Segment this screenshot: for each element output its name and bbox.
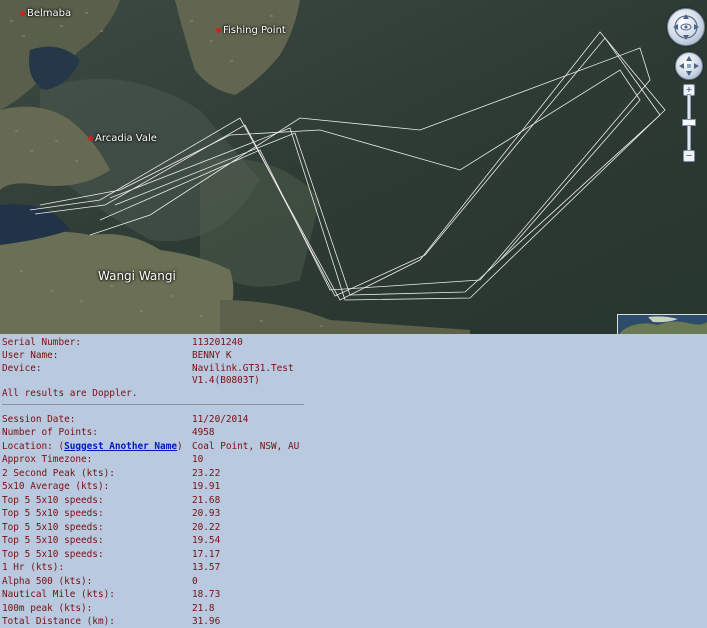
top5-speed-label: Top 5 5x10 speeds: bbox=[2, 535, 104, 546]
user-name-value: BENNY K bbox=[192, 350, 232, 361]
two-second-peak-label: 2 Second Peak (kts): bbox=[2, 468, 115, 479]
pan-control[interactable] bbox=[675, 52, 703, 80]
top5-speed-value: 17.17 bbox=[192, 549, 221, 560]
timezone-value: 10 bbox=[192, 454, 204, 465]
hundred-meter-peak-value: 21.8 bbox=[192, 603, 215, 614]
device-value-line1: Navilink.GT31.Test bbox=[192, 363, 294, 374]
session-info-panel: Serial Number: 113201240 User Name: BENN… bbox=[0, 334, 707, 628]
place-label-arcadia-vale: Arcadia Vale bbox=[88, 133, 157, 144]
place-label-belmont: Belmaba bbox=[20, 8, 71, 19]
top5-speed-label: Top 5 5x10 speeds: bbox=[2, 549, 104, 560]
alpha-500-label: Alpha 500 (kts): bbox=[2, 576, 93, 587]
place-label-fishing-point: Fishing Point bbox=[216, 25, 286, 36]
top5-speed-value: 20.93 bbox=[192, 508, 221, 519]
one-hour-value: 13.57 bbox=[192, 562, 221, 573]
overview-map[interactable] bbox=[617, 314, 707, 334]
doppler-note: All results are Doppler. bbox=[2, 388, 138, 399]
overview-map-image bbox=[618, 315, 707, 334]
zoom-out-button[interactable]: − bbox=[683, 150, 695, 162]
alpha-500-value: 0 bbox=[192, 576, 198, 587]
session-date-value: 11/20/2014 bbox=[192, 414, 249, 425]
one-hour-label: 1 Hr (kts): bbox=[2, 562, 65, 573]
five-by-ten-average-value: 19.91 bbox=[192, 481, 221, 492]
hundred-meter-peak-label: 100m peak (kts): bbox=[2, 603, 93, 614]
number-of-points-label: Number of Points: bbox=[2, 427, 98, 438]
total-distance-value: 31.96 bbox=[192, 616, 221, 627]
top5-speed-label: Top 5 5x10 speeds: bbox=[2, 508, 104, 519]
zoom-slider[interactable]: + − bbox=[682, 84, 696, 162]
eye-icon bbox=[673, 14, 699, 40]
two-second-peak-value: 23.22 bbox=[192, 468, 221, 479]
device-value-line2: V1.4(B0803T) bbox=[192, 375, 260, 386]
look-around-control[interactable] bbox=[667, 8, 705, 46]
move-arrows-icon bbox=[679, 56, 699, 76]
location-label: Location: (Suggest Another Name) bbox=[2, 441, 183, 452]
place-marker-icon bbox=[88, 135, 93, 141]
total-distance-label: Total Distance (km): bbox=[2, 616, 115, 627]
serial-number-value: 113201240 bbox=[192, 337, 243, 348]
nautical-mile-label: Nautical Mile (kts): bbox=[2, 589, 115, 600]
serial-number-label: Serial Number: bbox=[2, 337, 82, 348]
place-marker-icon bbox=[20, 10, 25, 16]
place-label-wangi-wangi: Wangi Wangi bbox=[98, 269, 176, 283]
place-marker-icon bbox=[216, 27, 221, 33]
session-date-label: Session Date: bbox=[2, 414, 76, 425]
device-label: Device: bbox=[2, 363, 42, 374]
top5-speed-label: Top 5 5x10 speeds: bbox=[2, 495, 104, 506]
nautical-mile-value: 18.73 bbox=[192, 589, 221, 600]
suggest-another-name-link[interactable]: Suggest Another Name bbox=[64, 441, 177, 452]
location-value: Coal Point, NSW, AU bbox=[192, 441, 300, 452]
top5-speed-label: Top 5 5x10 speeds: bbox=[2, 522, 104, 533]
satellite-imagery bbox=[0, 0, 707, 334]
top5-speed-value: 21.68 bbox=[192, 495, 221, 506]
zoom-slider-thumb[interactable] bbox=[682, 119, 696, 126]
top5-speed-value: 20.22 bbox=[192, 522, 221, 533]
user-name-label: User Name: bbox=[2, 350, 59, 361]
number-of-points-value: 4958 bbox=[192, 427, 215, 438]
satellite-map[interactable]: Belmaba Fishing Point Arcadia Vale Wangi… bbox=[0, 0, 707, 334]
top5-speed-value: 19.54 bbox=[192, 535, 221, 546]
timezone-label: Approx Timezone: bbox=[2, 454, 93, 465]
five-by-ten-average-label: 5x10 Average (kts): bbox=[2, 481, 110, 492]
section-divider bbox=[2, 404, 304, 405]
